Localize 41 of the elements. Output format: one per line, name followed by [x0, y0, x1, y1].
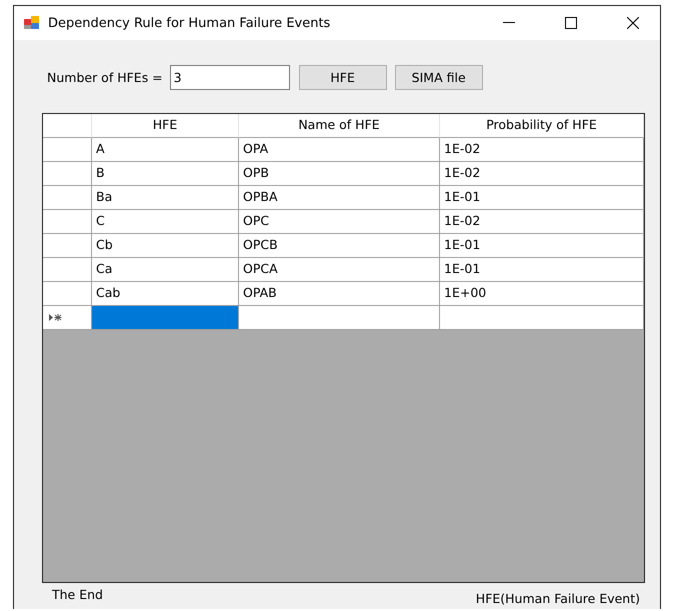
minimize-icon[interactable]: [503, 22, 515, 24]
table-cell[interactable]: C: [92, 210, 239, 234]
row-header[interactable]: [43, 306, 92, 330]
legend-text: HFE(Human Failure Event): [476, 591, 640, 606]
table-cell[interactable]: 1E-02: [440, 162, 644, 186]
table-cell[interactable]: Cb: [92, 234, 239, 258]
table-cell[interactable]: 1E-02: [440, 210, 644, 234]
column-header[interactable]: Probability of HFE: [440, 114, 644, 138]
table-cell[interactable]: OPAB: [239, 282, 440, 306]
file-button[interactable]: SIMA file: [394, 64, 483, 90]
table-cell[interactable]: 1E-01: [440, 234, 644, 258]
column-header[interactable]: HFE: [92, 114, 239, 138]
table-cell[interactable]: OPB: [239, 162, 440, 186]
table-cell[interactable]: OPCA: [239, 258, 440, 282]
status-text: The End: [52, 587, 103, 602]
table-cell[interactable]: Ca: [92, 258, 239, 282]
count-label: Number of HFEs =: [47, 70, 163, 84]
table-cell[interactable]: [92, 306, 239, 330]
column-header[interactable]: Name of HFE: [239, 114, 440, 138]
count-field[interactable]: 3: [170, 64, 290, 90]
table-cell[interactable]: 1E-01: [440, 258, 644, 282]
table-cell[interactable]: [440, 306, 644, 330]
table-cell[interactable]: 1E-01: [440, 186, 644, 210]
table-cell[interactable]: 1E+00: [440, 282, 644, 306]
table-cell[interactable]: OPBA: [239, 186, 440, 210]
corner-header: [43, 114, 92, 138]
table-cell[interactable]: Ba: [92, 186, 239, 210]
table-cell[interactable]: [239, 306, 440, 330]
table-cell[interactable]: 1E-02: [440, 138, 644, 162]
table-cell[interactable]: B: [92, 162, 239, 186]
close-icon[interactable]: [627, 17, 639, 29]
table-cell[interactable]: A: [92, 138, 239, 162]
table-cell[interactable]: OPCB: [239, 234, 440, 258]
table-cell[interactable]: OPC: [239, 210, 440, 234]
new-row-icon: [49, 314, 63, 321]
hfe-button[interactable]: HFE: [298, 64, 387, 90]
window-title: Dependency Rule for Human Failure Events: [48, 16, 332, 30]
table-cell[interactable]: OPA: [239, 138, 440, 162]
maximize-icon[interactable]: [565, 17, 577, 29]
app-icon: [24, 16, 40, 30]
table-cell[interactable]: Cab: [92, 282, 239, 306]
